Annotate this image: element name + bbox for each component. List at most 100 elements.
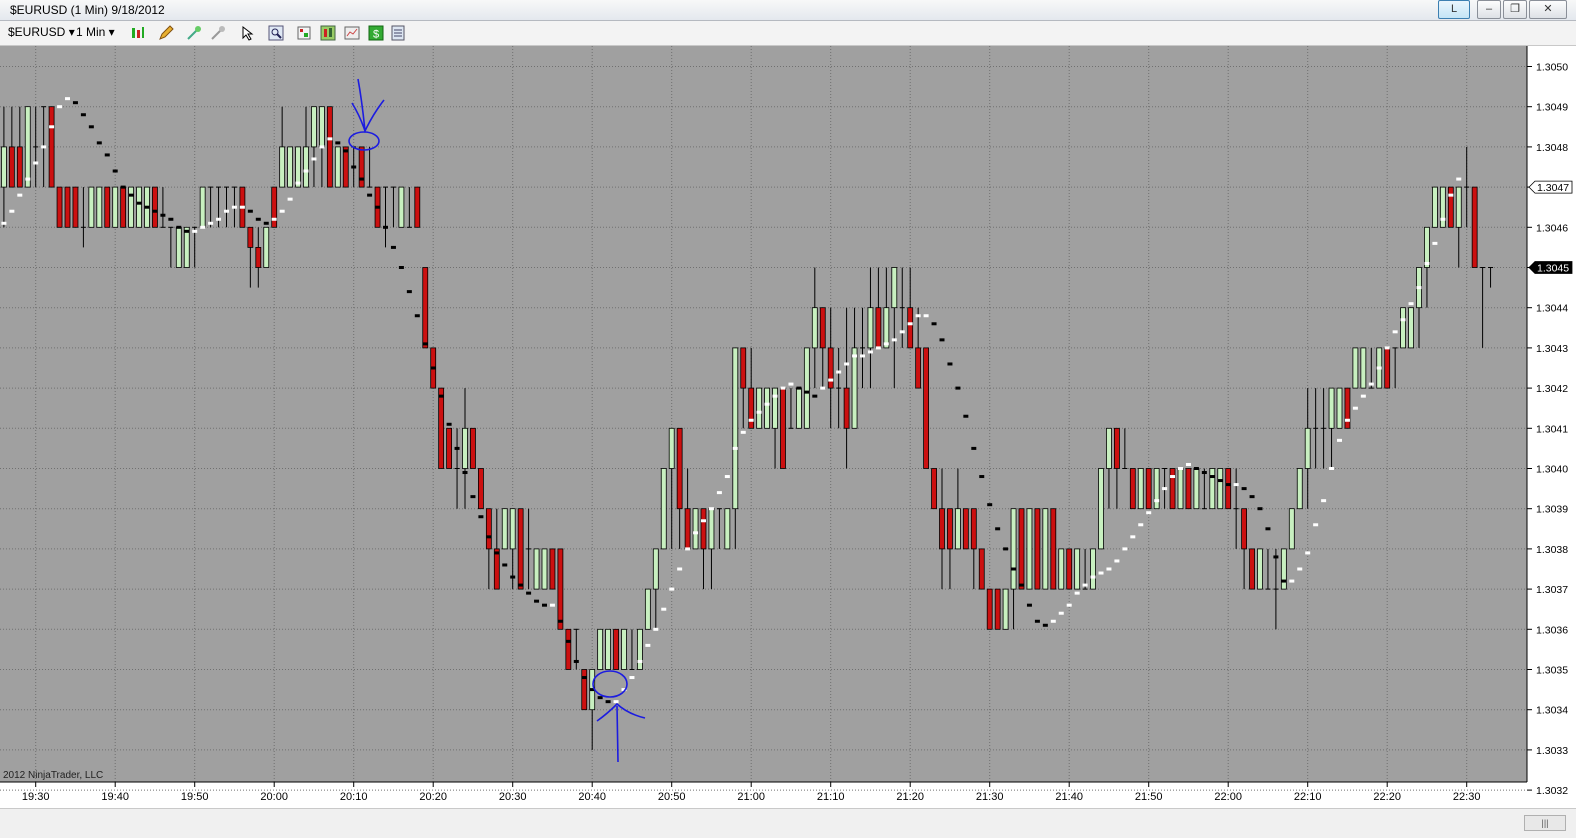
dollar-icon[interactable]: $ (368, 25, 384, 41)
indicator-mark (828, 378, 834, 382)
candle-body (358, 146, 365, 188)
chart-panel[interactable]: 1.3032 1.3033 1.3034 1.3035 1.3036 1.3037 1.30… (0, 46, 1576, 808)
candle-body (48, 106, 55, 188)
candle-body (644, 588, 651, 630)
indicator-mark (542, 603, 547, 607)
candle-body (462, 427, 468, 469)
candle-body (318, 106, 325, 148)
candle-body (24, 106, 31, 188)
candle-body (1129, 468, 1136, 510)
zoom-icon[interactable] (268, 25, 284, 41)
window-titlebar: $EURUSD (1 Min) 9/18/2012 L – ❐ ✕ (0, 0, 1576, 21)
candle-body (986, 588, 993, 630)
candle-body (8, 146, 15, 188)
candle-body (1249, 548, 1255, 590)
indicator-mark (88, 125, 94, 129)
candle-body (342, 146, 349, 188)
indicator-mark (422, 342, 428, 346)
indicator-mark (899, 330, 905, 334)
indicators-icon[interactable] (320, 25, 336, 41)
indicator-mark (271, 217, 277, 221)
indicator-mark (637, 659, 643, 663)
candle-body (1400, 307, 1406, 349)
link-button[interactable]: L (1438, 0, 1470, 19)
indicator-mark (152, 209, 158, 213)
properties-icon[interactable] (390, 25, 406, 41)
interval-selector[interactable]: 1 Min ▾ (76, 25, 115, 39)
price-chart[interactable]: 1.3032 1.3033 1.3034 1.3035 1.3036 1.3037 1.30… (0, 46, 1576, 808)
minimize-button[interactable]: – (1477, 0, 1501, 19)
add-indicator-icon[interactable] (186, 25, 202, 41)
candle-body (1304, 427, 1311, 469)
candle-body (1384, 347, 1391, 389)
indicator-mark (295, 181, 301, 185)
indicator-mark (390, 245, 396, 249)
drawing-pencil-icon[interactable] (158, 25, 174, 41)
indicator-mark (216, 217, 222, 221)
indicator-mark (955, 386, 961, 390)
remove-indicator-icon[interactable] (210, 25, 226, 41)
indicator-mark (136, 201, 142, 205)
indicator-mark (17, 193, 23, 197)
candle-body (1098, 468, 1104, 550)
x-tick-label: 22:30 (1453, 791, 1481, 803)
bar-type-icon[interactable] (130, 25, 146, 41)
x-tick-label: 19:50 (181, 791, 209, 803)
candle-body (247, 226, 254, 248)
indicator-mark (1003, 547, 1009, 551)
indicator-mark (613, 700, 619, 704)
indicator-mark (1050, 619, 1056, 623)
indicator-mark (764, 402, 770, 406)
indicator-mark (740, 430, 746, 434)
candle-body (0, 146, 7, 188)
indicator-mark (168, 217, 174, 221)
candle-body (128, 186, 135, 228)
indicator-mark (311, 157, 317, 161)
interval-label: 1 Min (76, 25, 106, 39)
indicator-mark (486, 535, 492, 539)
status-bar: ||| (0, 808, 1576, 838)
close-button[interactable]: ✕ (1529, 0, 1567, 19)
indicator-mark (72, 101, 78, 105)
candle-body (1360, 347, 1367, 389)
candle-body (1257, 548, 1263, 590)
indicator-mark (478, 515, 484, 519)
x-tick-label: 21:40 (1055, 791, 1083, 803)
cursor-select-icon[interactable] (240, 25, 256, 41)
indicator-mark (33, 161, 39, 165)
indicator-mark (1114, 559, 1120, 563)
candle-body (1050, 508, 1057, 590)
indicator-mark (1416, 286, 1422, 290)
indicator-mark (1313, 523, 1319, 527)
candle-body (931, 468, 937, 510)
candle-body (955, 508, 961, 550)
instrument-selector[interactable]: $EURUSD ▾ (8, 25, 75, 39)
data-box-icon[interactable] (344, 25, 360, 41)
indicator-mark (80, 113, 86, 117)
candle-body (780, 387, 786, 469)
candle-body (509, 508, 516, 550)
indicator-mark (1162, 487, 1168, 491)
indicator-mark (1201, 471, 1207, 475)
candle-body (1074, 548, 1081, 590)
resize-grip[interactable]: ||| (1524, 815, 1566, 831)
indicator-mark (200, 225, 206, 229)
indicator-mark (1066, 603, 1072, 607)
x-tick-label: 21:20 (896, 791, 924, 803)
candle-body (827, 347, 834, 389)
indicator-mark (1154, 499, 1160, 503)
indicator-mark (852, 354, 858, 358)
strategy-icon[interactable] (296, 25, 312, 41)
candle-body (1145, 468, 1152, 510)
y-tick-label: 1.3032 (1536, 785, 1568, 797)
x-tick-label: 22:10 (1294, 791, 1322, 803)
indicator-mark (804, 390, 810, 394)
indicator-mark (1249, 495, 1255, 499)
indicator-mark (1448, 193, 1454, 197)
indicator-mark (1098, 571, 1104, 575)
y-tick-label: 1.3040 (1536, 464, 1568, 476)
candle-body (700, 508, 707, 550)
candle-body (1241, 508, 1247, 550)
candle-body (414, 186, 421, 228)
maximize-button[interactable]: ❐ (1503, 0, 1527, 19)
